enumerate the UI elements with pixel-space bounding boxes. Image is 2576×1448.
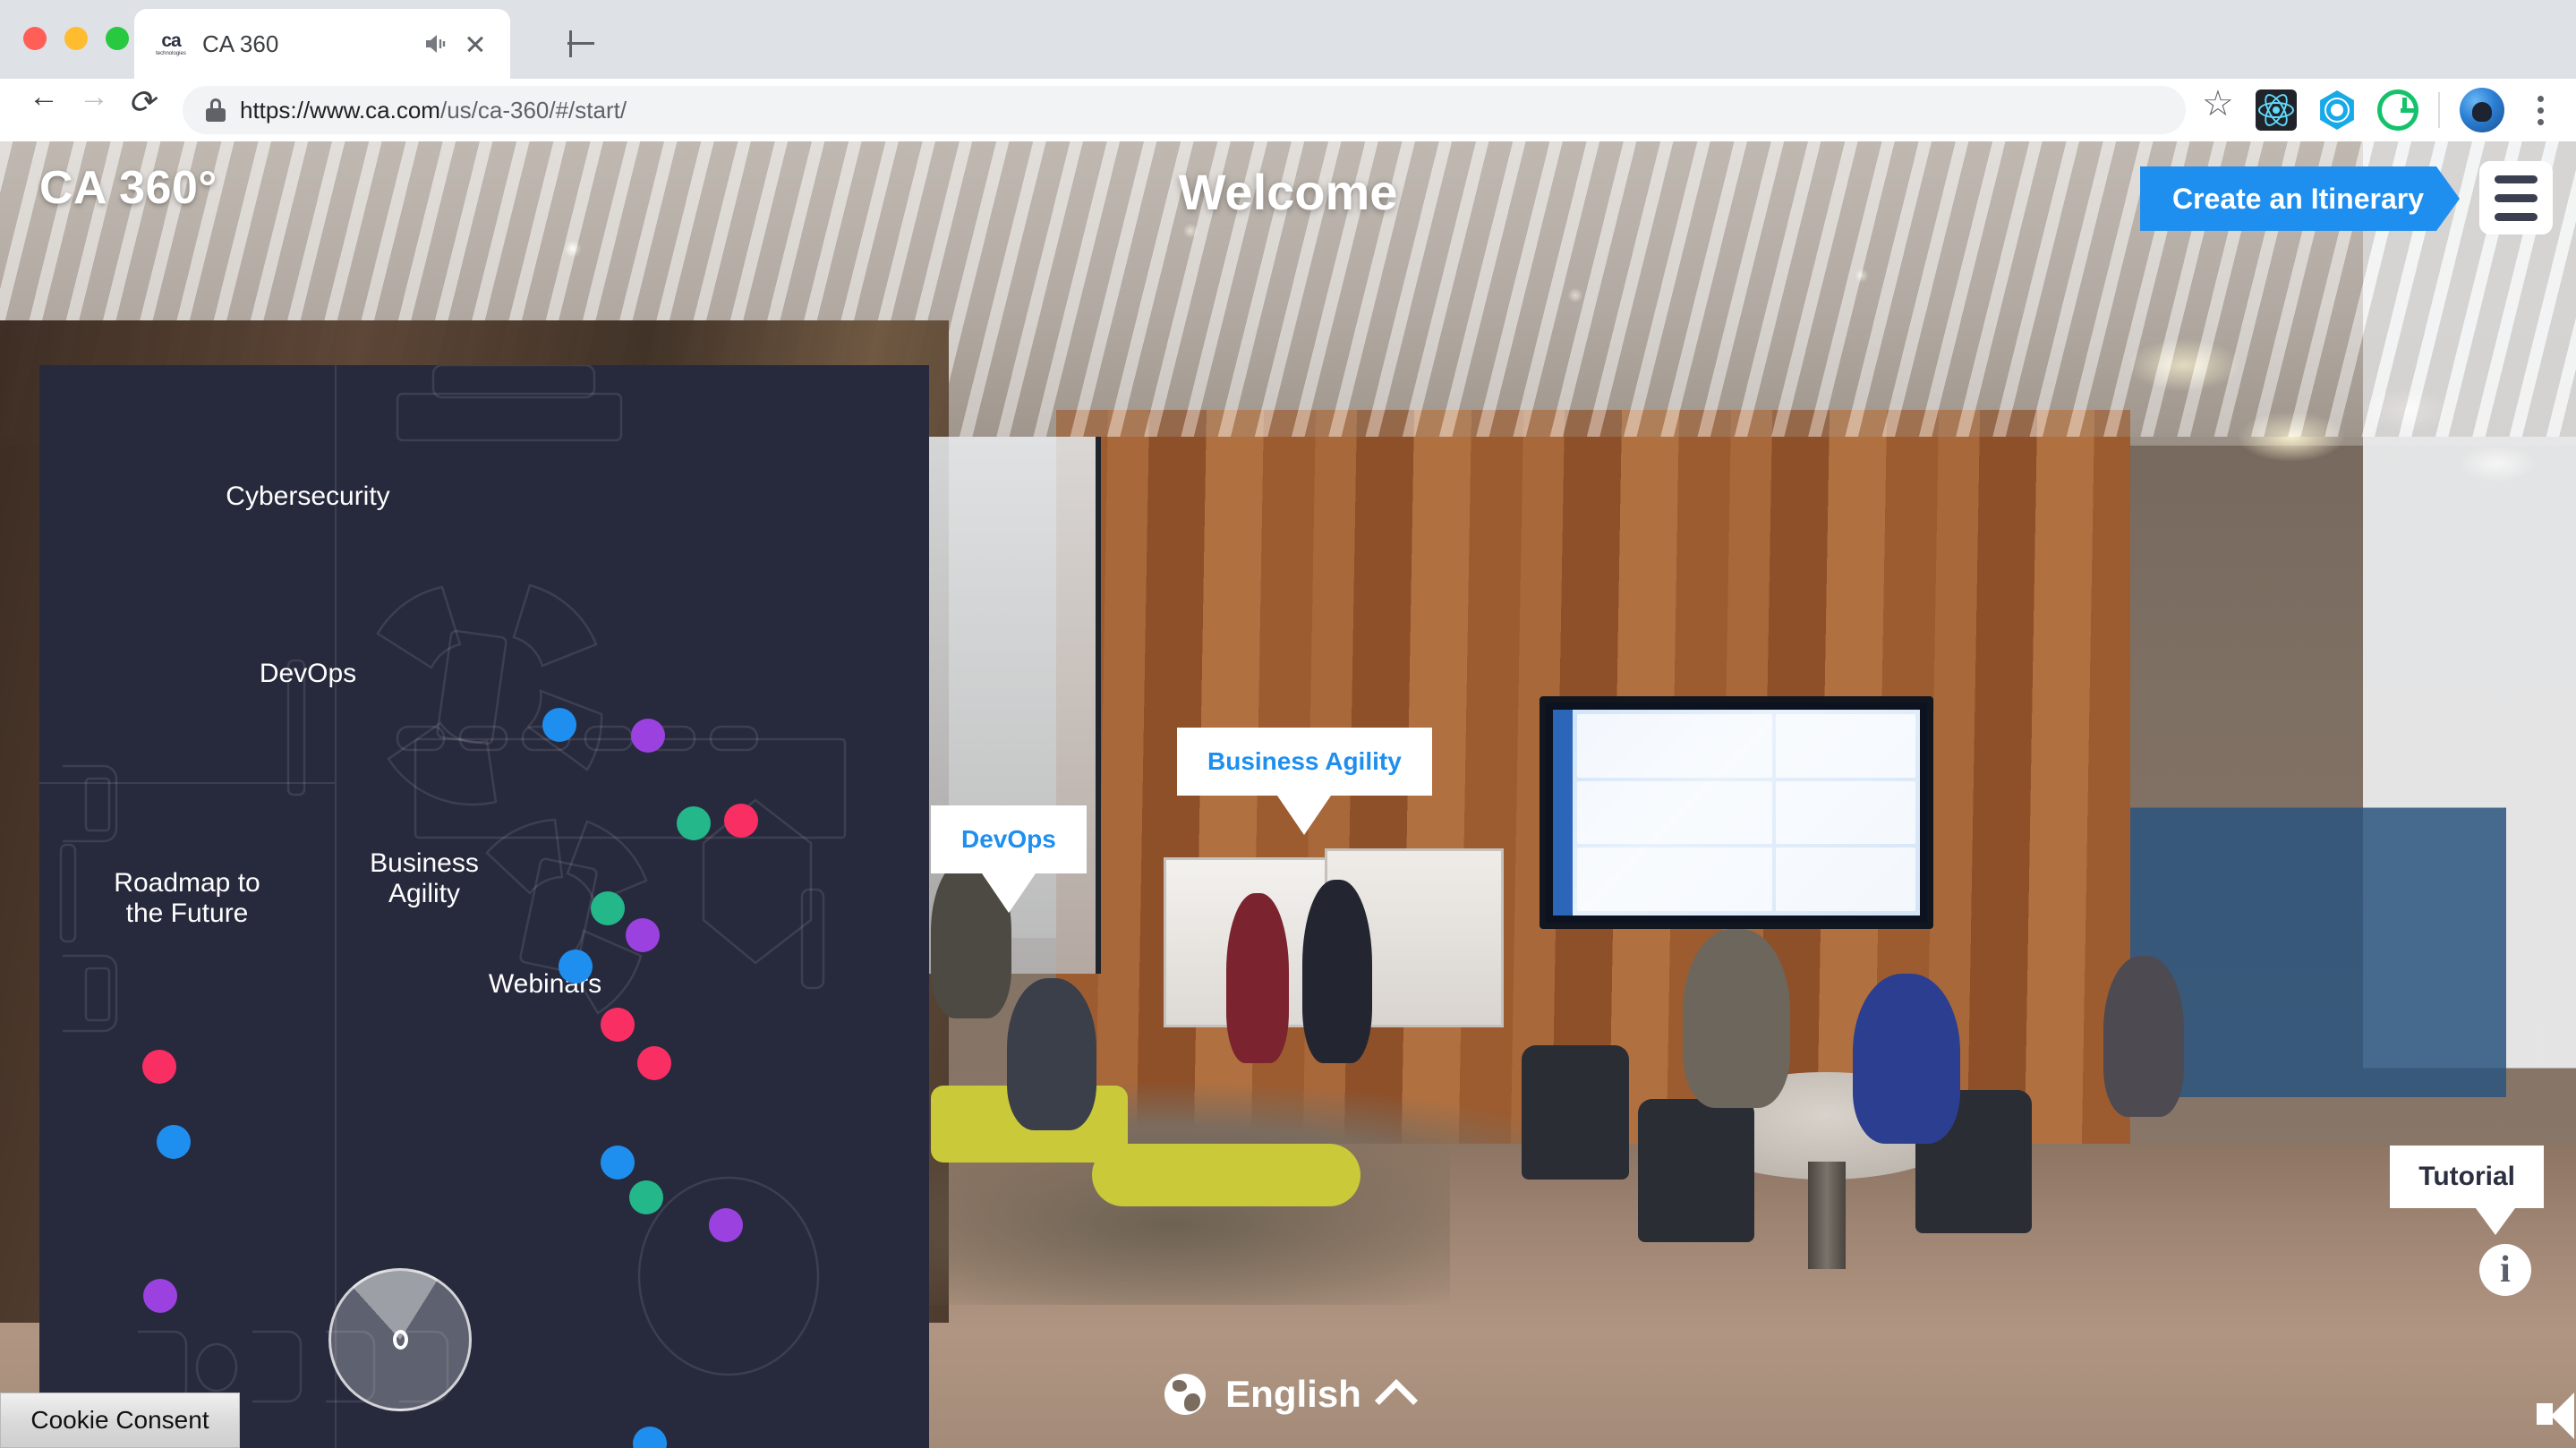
language-selector[interactable]: English [0,1373,2576,1423]
chair-2 [1638,1099,1754,1242]
create-itinerary-button[interactable]: Create an Itinerary [2140,166,2460,231]
browser-window: ca technologies CA 360 https://www.ca. [0,0,2576,1448]
minimap-hotspot-dot[interactable] [709,1208,743,1242]
minimap-label-webinars[interactable]: Webinars [438,969,653,1000]
profile-avatar[interactable] [2460,88,2504,132]
minimap-hotspot-dot[interactable] [591,891,625,925]
person-far-right-seated [2103,956,2184,1117]
close-window-button[interactable] [23,27,47,50]
chevron-up-icon [1374,1378,1418,1423]
hotspot-devops[interactable]: DevOps [931,805,1087,913]
tab-close-icon[interactable] [460,29,490,59]
camera-position-pin [392,1330,408,1350]
table-leg [1808,1162,1846,1269]
minimap-panel[interactable]: Cybersecurity DevOps Roadmap to the Futu… [39,365,929,1448]
window-traffic-lights [23,27,129,50]
toolbar-divider [2438,92,2440,128]
hotspot-label: Business Agility [1177,728,1432,796]
hotspot-pointer [981,873,1036,913]
minimap-label-roadmap-to-the-future[interactable]: Roadmap to the Future [57,868,317,928]
minimap-hotspot-dot[interactable] [157,1125,191,1159]
chrome-menu-kebab-icon[interactable] [2524,89,2556,131]
minimap-label-devops[interactable]: DevOps [178,659,438,689]
url-path: /us/ca-360/#/start/ [439,96,627,124]
favicon-mark: ca [161,30,181,51]
bookmark-star-icon[interactable] [2200,83,2239,130]
info-button[interactable]: i [2479,1244,2531,1296]
minimize-window-button[interactable] [64,27,88,50]
maximize-window-button[interactable] [106,27,129,50]
new-tab-button[interactable] [557,20,605,68]
minimap-hotspot-dot[interactable] [559,950,593,984]
page-viewport: CA 360° Welcome Create an Itinerary Cybe… [0,141,2576,1448]
browser-toolbar: https://www.ca.com/us/ca-360/#/start/ [0,79,2576,141]
hotspot-label: DevOps [931,805,1087,873]
reload-button[interactable] [120,85,170,135]
language-label: English [1225,1373,1361,1415]
person-seated-left [1683,929,1790,1108]
person-seated-right [1853,974,1960,1144]
address-bar[interactable]: https://www.ca.com/us/ca-360/#/start/ [183,86,2186,134]
yellow-bench-2 [1092,1144,1361,1206]
info-icon: i [2479,1244,2531,1296]
chair-1 [1522,1045,1629,1180]
tab-audio-icon[interactable] [421,29,451,59]
hotspot-business-agility[interactable]: Business Agility [1177,728,1432,835]
tutorial-pointer [2476,1208,2515,1235]
person-seated-bench [1007,978,1096,1130]
url-origin: https://www.ca.com [240,96,440,124]
cookie-consent-button[interactable]: Cookie Consent [0,1393,240,1448]
tab-strip: ca technologies CA 360 [0,0,2576,79]
minimap-hotspot-dot[interactable] [677,806,711,840]
hotspot-pointer [1277,796,1332,835]
minimap-label-cybersecurity[interactable]: Cybersecurity [178,481,438,512]
minimap-label-business-agility[interactable]: Business Agility [317,848,532,908]
minimap-hotspot-dot[interactable] [629,1180,663,1214]
minimap-hotspot-dot[interactable] [143,1279,177,1313]
minimap-hotspot-dot[interactable] [626,918,660,952]
grammarly-extension-icon[interactable] [2377,89,2418,131]
minimap-hotspot-dot[interactable] [601,1146,635,1180]
favicon-subtext: technologies [156,51,186,56]
person-standing-2 [1302,880,1372,1063]
minimap-hotspot-dot[interactable] [724,804,758,838]
wall-mounted-display [1540,696,1933,929]
minimap-hotspot-dot[interactable] [631,719,665,753]
minimap-hotspot-dot[interactable] [542,708,576,742]
person-standing-1 [1226,893,1289,1063]
minimap-hotspot-dot[interactable] [601,1008,635,1042]
hamburger-menu-icon[interactable] [2479,161,2553,234]
browser-tab[interactable]: ca technologies CA 360 [134,9,510,79]
minimap-hotspot-dot[interactable] [637,1046,671,1080]
forward-button[interactable] [70,80,120,135]
back-button[interactable] [20,80,70,135]
tutorial-tooltip[interactable]: Tutorial [2390,1146,2544,1235]
globe-icon [1164,1374,1207,1415]
lock-icon [206,98,226,122]
eye-extension-icon[interactable] [2316,89,2358,131]
ca-technologies-favicon-icon: ca technologies [154,27,188,61]
tab-title: CA 360 [202,30,279,57]
minimap-hotspot-dot[interactable] [142,1050,176,1084]
url-text: https://www.ca.com/us/ca-360/#/start/ [240,97,627,124]
react-devtools-icon[interactable] [2256,89,2297,131]
page-header: CA 360° Welcome Create an Itinerary [0,141,2576,249]
tutorial-label: Tutorial [2390,1146,2544,1208]
